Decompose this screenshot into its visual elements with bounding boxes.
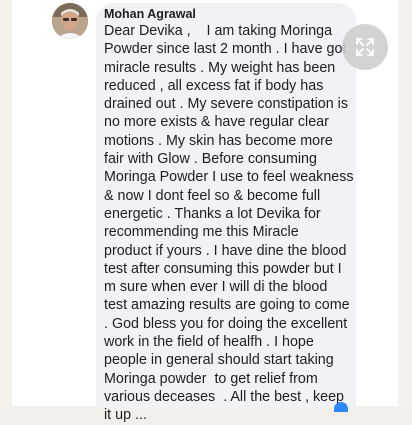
comment-line: . God bless you for doing the excellent	[104, 315, 348, 332]
comment-line: recommending me this Miracle	[104, 224, 299, 241]
comment-author[interactable]: Mohan Agrawal	[104, 7, 196, 21]
comment-line: m sure when ever I will di the blood	[104, 279, 328, 296]
comment-line: reduced , all excess fat if body has	[104, 77, 324, 94]
comment-line: people in general should start taking	[104, 352, 334, 369]
avatar-photo	[52, 3, 88, 39]
comment-line: miracle results . My weight has been	[104, 59, 336, 76]
page: Mohan Agrawal Dear Devika , I am taking …	[0, 0, 412, 423]
comment-line: no more exists & have regular clear	[104, 114, 329, 131]
comment-line: Powder since last 2 month . I have got	[104, 41, 347, 58]
comment-line: it up ...	[104, 407, 147, 424]
comment-line: test after consuming this powder but I	[104, 260, 342, 277]
comment-line: & now I dont feel so & become full	[104, 187, 321, 204]
comment-line: Dear Devika , I am taking Moringa	[104, 23, 333, 39]
comment-line: test amazing results are going to come	[104, 297, 350, 314]
comment-line: motions . My skin has become more	[104, 132, 333, 149]
comment-line: various deceases . All the best , keep	[104, 388, 345, 405]
comment-line: fair with Glow . Before consuming	[104, 151, 317, 168]
comment-line: product if yours . I have dine the blood	[104, 242, 347, 259]
reaction-badge	[334, 402, 348, 412]
expand-button[interactable]	[342, 24, 388, 70]
avatar[interactable]	[52, 3, 88, 39]
comment-line: Moringa Powder I use to feel weakness	[104, 169, 354, 186]
comment-line: work in the field of healfh . I hope	[104, 334, 314, 351]
comment-line: drained out . My severe constipation is	[104, 96, 348, 113]
comment-text: Dear Devika , I am taking Moringa Powder…	[104, 22, 362, 425]
comment-line: energetic . Thanks a lot Devika for	[104, 205, 321, 222]
expand-arrows-icon	[356, 38, 374, 56]
comment-line: Moringa powder to get relief from	[104, 370, 318, 387]
